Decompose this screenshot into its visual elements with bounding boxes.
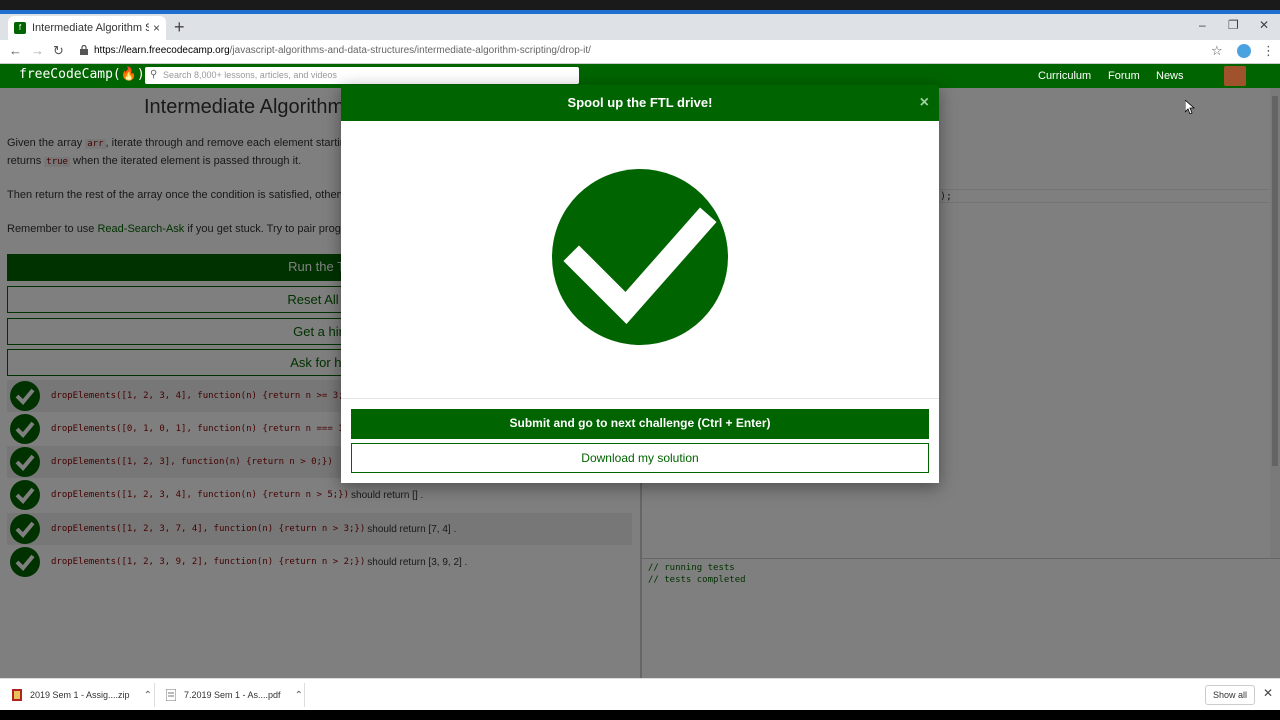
modal-title: Spool up the FTL drive! × — [341, 85, 939, 121]
os-bottom-strip — [0, 710, 1280, 720]
mouse-cursor-icon — [1185, 100, 1195, 114]
show-all-button[interactable]: Show all — [1205, 685, 1255, 705]
fcc-logo[interactable]: freeCodeCamp(🔥) — [19, 67, 145, 82]
back-arrow-icon[interactable]: ← — [9, 43, 22, 58]
search-icon: ⚲ — [150, 69, 158, 80]
download-item-pdf[interactable]: 7.2019 Sem 1 - As....pdf ⌃ — [166, 679, 303, 711]
new-tab-button[interactable]: + — [174, 18, 185, 36]
shelf-separator — [304, 683, 305, 707]
modal-body — [341, 121, 939, 399]
close-window-button[interactable]: ✕ — [1259, 18, 1269, 32]
nav-news-link[interactable]: News — [1156, 70, 1184, 82]
download-item-zip[interactable]: 2019 Sem 1 - Assig....zip ⌃ — [12, 679, 152, 711]
nav-forum-link[interactable]: Forum — [1108, 70, 1140, 82]
close-shelf-icon[interactable]: ✕ — [1263, 686, 1273, 700]
tab-close-icon[interactable]: × — [153, 21, 160, 35]
url-path: /javascript-algorithms-and-data-structur… — [229, 45, 591, 56]
shelf-separator — [154, 683, 155, 707]
browser-menu-icon[interactable]: ⋮ — [1262, 43, 1275, 59]
modal-close-icon[interactable]: × — [920, 85, 929, 121]
completion-modal: Spool up the FTL drive! × Submit and go … — [341, 85, 939, 483]
submit-next-challenge-button[interactable]: Submit and go to next challenge (Ctrl + … — [351, 409, 929, 439]
extension-icon[interactable] — [1237, 44, 1251, 58]
search-input[interactable]: ⚲ Search 8,000+ lessons, articles, and v… — [145, 67, 579, 84]
browser-tab[interactable]: f Intermediate Algorithm Scripting × — [8, 16, 166, 40]
url-field[interactable]: https://learn.freecodecamp.org/javascrip… — [94, 45, 591, 56]
zip-file-icon — [12, 689, 22, 701]
search-placeholder: Search 8,000+ lessons, articles, and vid… — [163, 70, 337, 80]
chevron-up-icon[interactable]: ⌃ — [295, 690, 303, 701]
minimize-button[interactable]: – — [1199, 18, 1206, 32]
browser-tabstrip: f Intermediate Algorithm Scripting × + –… — [0, 14, 1280, 40]
address-bar-row: ← → ↻ https://learn.freecodecamp.org/jav… — [0, 40, 1280, 64]
downloads-shelf: 2019 Sem 1 - Assig....zip ⌃ 7.2019 Sem 1… — [0, 678, 1280, 710]
url-host: https://learn.freecodecamp.org — [94, 45, 230, 56]
bookmark-star-icon[interactable]: ☆ — [1211, 43, 1223, 59]
reload-icon[interactable]: ↻ — [53, 43, 64, 59]
restore-button[interactable]: ❐ — [1228, 18, 1239, 32]
nav-curriculum-link[interactable]: Curriculum — [1038, 70, 1091, 82]
fcc-favicon-icon: f — [14, 22, 26, 34]
forward-arrow-icon[interactable]: → — [31, 43, 44, 58]
os-top-strip — [0, 0, 1280, 14]
pdf-file-icon — [166, 689, 176, 701]
modal-divider — [341, 398, 939, 399]
avatar[interactable] — [1224, 66, 1246, 86]
success-check-icon — [552, 169, 728, 345]
chevron-up-icon[interactable]: ⌃ — [144, 690, 152, 701]
download-solution-button[interactable]: Download my solution — [351, 443, 929, 473]
tab-title: Intermediate Algorithm Scripting — [32, 22, 149, 34]
lock-icon — [80, 45, 88, 55]
